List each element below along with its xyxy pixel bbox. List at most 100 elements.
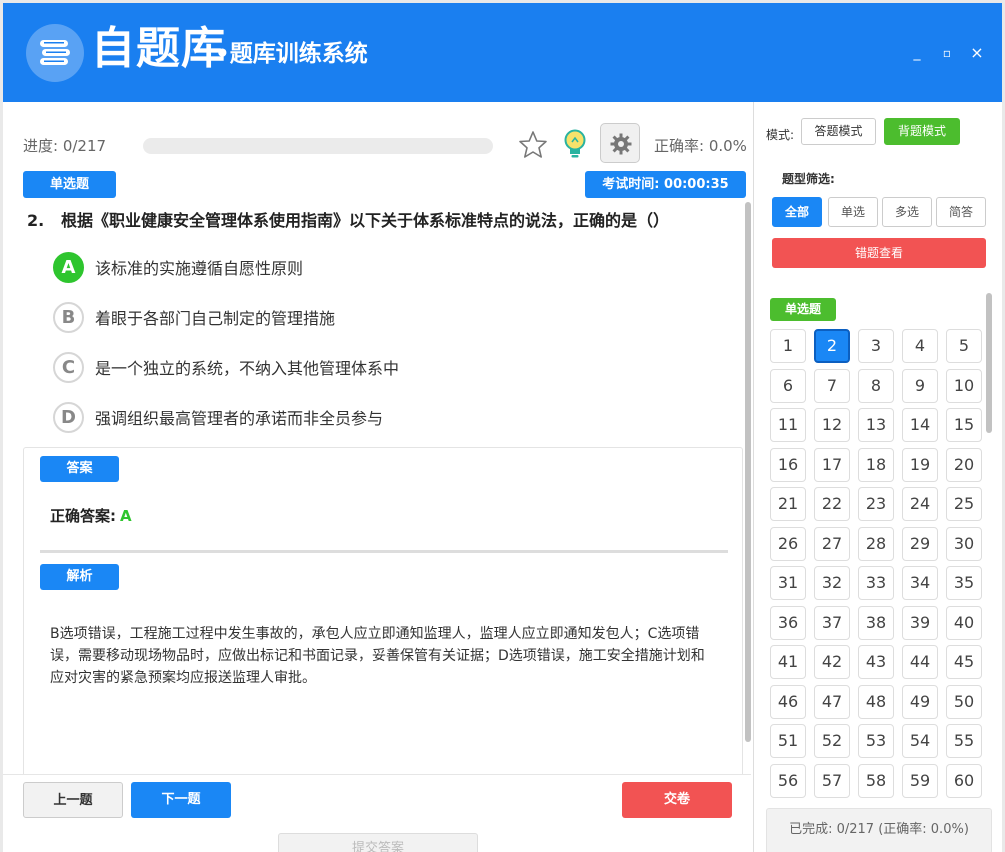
- question-cell[interactable]: 11: [770, 408, 806, 442]
- question-cell[interactable]: 27: [814, 527, 850, 561]
- question-cell[interactable]: 7: [814, 369, 850, 403]
- sidebar-scrollbar[interactable]: [986, 293, 992, 433]
- explanation-tag: 解析: [40, 564, 119, 590]
- question-cell[interactable]: 25: [946, 487, 982, 521]
- lightbulb-icon[interactable]: [561, 128, 589, 160]
- question-cell[interactable]: 22: [814, 487, 850, 521]
- gear-icon[interactable]: [600, 123, 640, 163]
- question-grid: 单选题 1 2 3 4 5 6 7 8 9 10 11 12 13 14 15 16 17 18 19 20 21 22 2…: [754, 288, 1002, 798]
- question-cell[interactable]: 13: [858, 408, 894, 442]
- filter-short-answer[interactable]: 简答: [936, 197, 986, 227]
- question-cell[interactable]: 49: [902, 685, 938, 719]
- question-cell[interactable]: 38: [858, 606, 894, 640]
- option-text: 该标准的实施遵循自愿性原则: [95, 259, 304, 278]
- question-cell[interactable]: 6: [770, 369, 806, 403]
- question-cell[interactable]: 19: [902, 448, 938, 482]
- question-cell[interactable]: 33: [858, 566, 894, 600]
- question-cell[interactable]: 46: [770, 685, 806, 719]
- question-cell[interactable]: 37: [814, 606, 850, 640]
- question-cell[interactable]: 47: [814, 685, 850, 719]
- question-cell[interactable]: 24: [902, 487, 938, 521]
- question-cell[interactable]: 60: [946, 764, 982, 798]
- question-stem: 根据《职业健康安全管理体系使用指南》以下关于体系标准特点的说法，正确的是（）: [61, 211, 670, 230]
- sidebar: 模式: 答题模式 背题模式 题型筛选: 全部 单选 多选 简答 错题查看 单选题…: [753, 102, 1002, 852]
- filter-label: 题型筛选:: [782, 172, 835, 186]
- prev-button[interactable]: 上一题: [23, 782, 123, 818]
- question-cell[interactable]: 36: [770, 606, 806, 640]
- progress-label: 进度: 0/217: [23, 137, 107, 155]
- question-cell[interactable]: 20: [946, 448, 982, 482]
- mode-label: 模式:: [766, 128, 795, 142]
- question-cell[interactable]: 8: [858, 369, 894, 403]
- question-cell[interactable]: 35: [946, 566, 982, 600]
- option-d[interactable]: D 强调组织最高管理者的承诺而非全员参与: [53, 400, 383, 434]
- filter-single[interactable]: 单选: [828, 197, 878, 227]
- question-cell[interactable]: 2: [814, 329, 850, 363]
- question-cell[interactable]: 16: [770, 448, 806, 482]
- question-panel: 进度: 0/217 正确率: 0.0% 单选题 考试时间: 00:00:35 2…: [3, 102, 751, 852]
- question-cell[interactable]: 51: [770, 724, 806, 758]
- question-cell[interactable]: 12: [814, 408, 850, 442]
- question-cell[interactable]: 41: [770, 645, 806, 679]
- next-button[interactable]: 下一题: [131, 782, 231, 818]
- question-cell[interactable]: 30: [946, 527, 982, 561]
- question-cell[interactable]: 52: [814, 724, 850, 758]
- option-text: 着眼于各部门自己制定的管理措施: [95, 309, 336, 328]
- question-cell[interactable]: 21: [770, 487, 806, 521]
- submit-exam-button[interactable]: 交卷: [622, 782, 732, 818]
- question-cell[interactable]: 32: [814, 566, 850, 600]
- question-cell[interactable]: 54: [902, 724, 938, 758]
- progress-bar: [143, 138, 493, 154]
- question-cell[interactable]: 42: [814, 645, 850, 679]
- question-cell[interactable]: 48: [858, 685, 894, 719]
- question-cell[interactable]: 53: [858, 724, 894, 758]
- question-cell[interactable]: 59: [902, 764, 938, 798]
- question-cell[interactable]: 40: [946, 606, 982, 640]
- option-c[interactable]: C 是一个独立的系统，不纳入其他管理体系中: [53, 350, 399, 384]
- question-cell[interactable]: 4: [902, 329, 938, 363]
- question-cell[interactable]: 57: [814, 764, 850, 798]
- question-cell[interactable]: 10: [946, 369, 982, 403]
- wrong-questions-button[interactable]: 错题查看: [772, 238, 986, 268]
- question-number: 2.: [27, 211, 45, 230]
- answer-tag: 答案: [40, 456, 119, 482]
- option-letter: A: [53, 251, 84, 283]
- exam-timer: 考试时间: 00:00:35: [585, 171, 746, 198]
- filter-all[interactable]: 全部: [772, 197, 822, 227]
- question-cell[interactable]: 34: [902, 566, 938, 600]
- question-cell[interactable]: 31: [770, 566, 806, 600]
- question-cell[interactable]: 9: [902, 369, 938, 403]
- scrollbar[interactable]: [745, 202, 751, 742]
- question-cell[interactable]: 26: [770, 527, 806, 561]
- recite-mode-button[interactable]: 背题模式: [884, 118, 960, 145]
- minimize-icon[interactable]: _: [907, 43, 927, 63]
- filter-multiple[interactable]: 多选: [882, 197, 932, 227]
- question-cell[interactable]: 29: [902, 527, 938, 561]
- maximize-icon[interactable]: ▫: [937, 43, 957, 63]
- question-cell[interactable]: 56: [770, 764, 806, 798]
- app-name: 自题库: [91, 23, 226, 74]
- correct-answer-value: A: [120, 507, 132, 525]
- question-cell[interactable]: 39: [902, 606, 938, 640]
- answer-mode-button[interactable]: 答题模式: [801, 118, 876, 145]
- question-cell[interactable]: 44: [902, 645, 938, 679]
- question-cell[interactable]: 58: [858, 764, 894, 798]
- question-cell[interactable]: 3: [858, 329, 894, 363]
- question-cell[interactable]: 43: [858, 645, 894, 679]
- question-cell[interactable]: 28: [858, 527, 894, 561]
- question-cell[interactable]: 45: [946, 645, 982, 679]
- question-cell[interactable]: 15: [946, 408, 982, 442]
- question-cell[interactable]: 55: [946, 724, 982, 758]
- close-icon[interactable]: ×: [967, 43, 987, 63]
- star-icon[interactable]: [518, 130, 548, 160]
- question-cell[interactable]: 18: [858, 448, 894, 482]
- submit-answer-button[interactable]: 提交答案: [278, 833, 478, 852]
- option-a[interactable]: A 该标准的实施遵循自愿性原则: [53, 250, 303, 284]
- option-b[interactable]: B 着眼于各部门自己制定的管理措施: [53, 300, 335, 334]
- question-cell[interactable]: 17: [814, 448, 850, 482]
- question-cell[interactable]: 5: [946, 329, 982, 363]
- question-cell[interactable]: 23: [858, 487, 894, 521]
- question-cell[interactable]: 50: [946, 685, 982, 719]
- question-cell[interactable]: 1: [770, 329, 806, 363]
- question-cell[interactable]: 14: [902, 408, 938, 442]
